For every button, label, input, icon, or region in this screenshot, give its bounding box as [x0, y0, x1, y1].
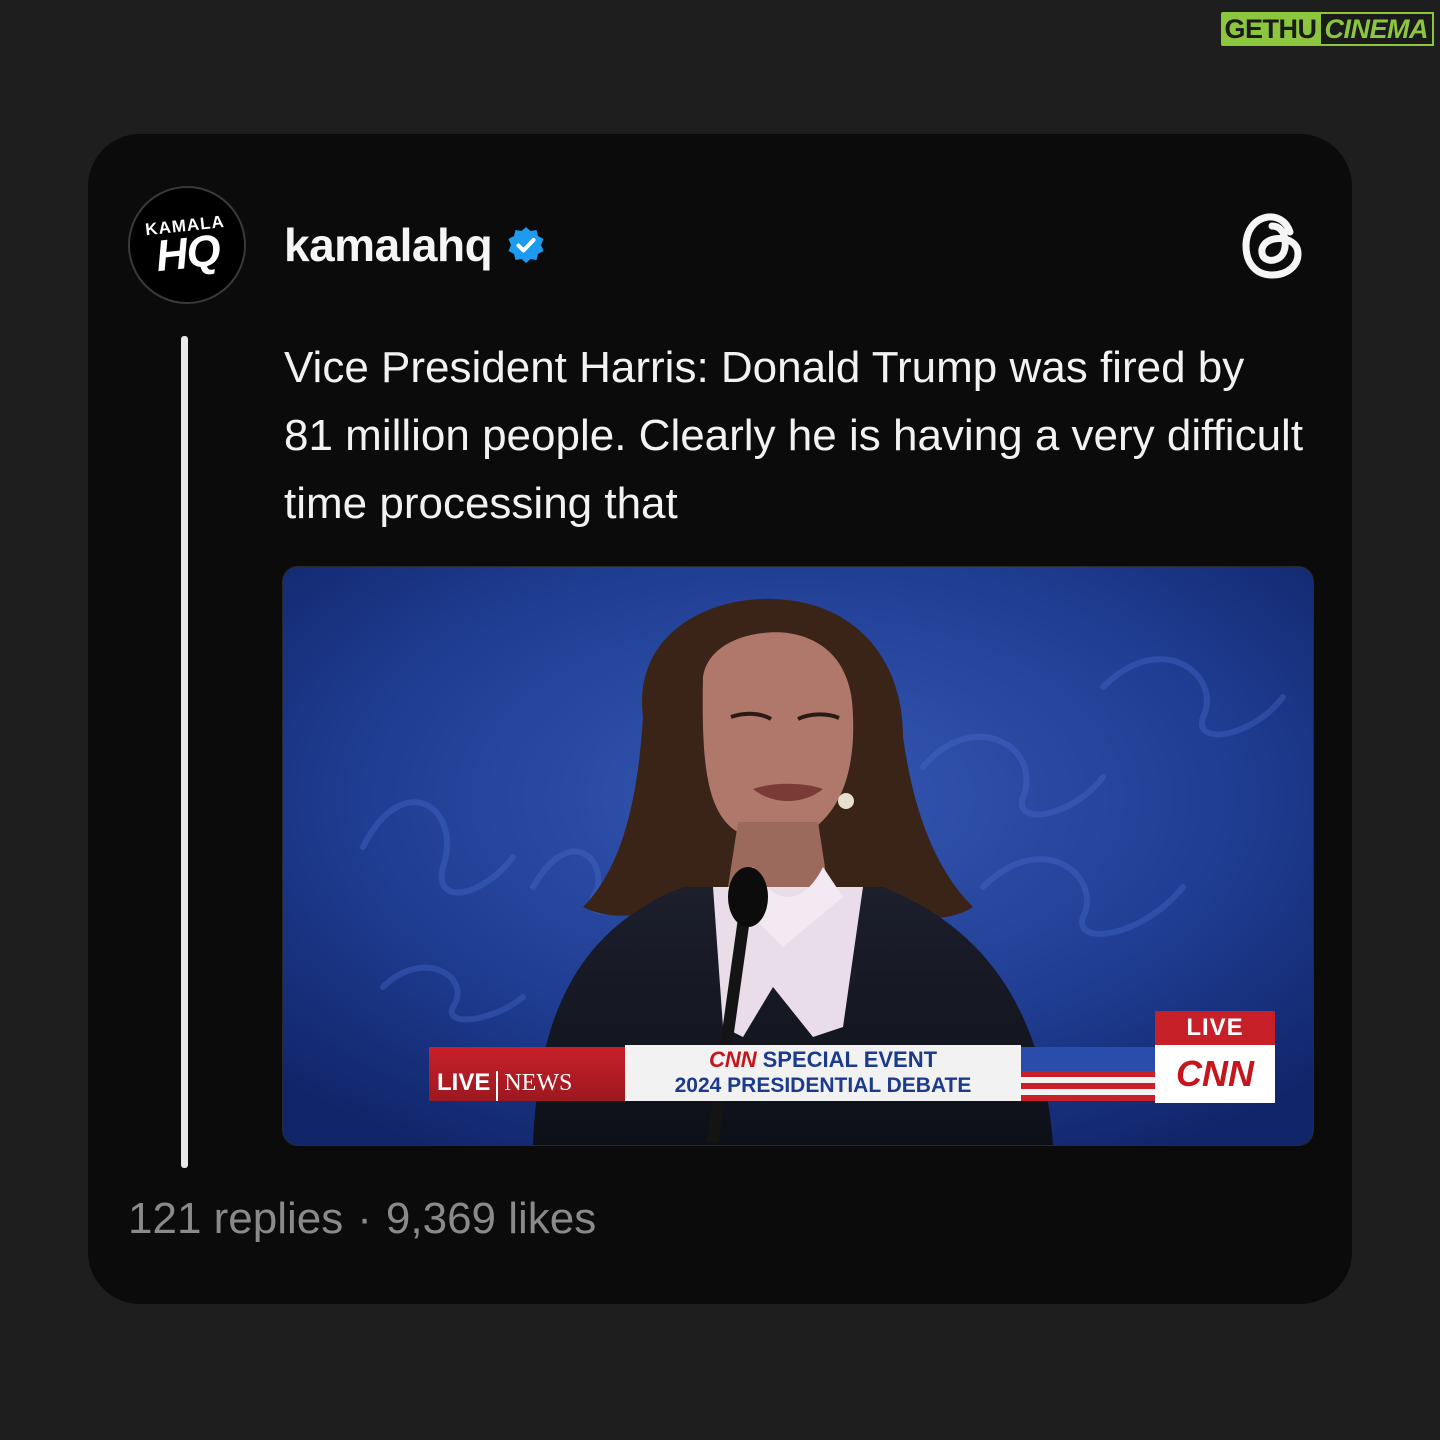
- post-text: Vice President Harris: Donald Trump was …: [284, 343, 1304, 528]
- watermark-part2: CINEMA: [1320, 12, 1434, 46]
- post-video[interactable]: LIVE NEWS CNN SPECIAL EVENT 2024 PRESIDEN…: [282, 566, 1314, 1146]
- replies-count[interactable]: 121 replies: [128, 1194, 343, 1244]
- post-header: kamalahq: [284, 218, 546, 272]
- cnn-live-badge: LIVE: [1155, 1011, 1275, 1045]
- chyron-line2: 2024 PRESIDENTIAL DEBATE: [674, 1074, 972, 1097]
- post-card: KAMALA HQ kamalahq Vice President Harris…: [88, 134, 1352, 1304]
- stats-separator: ·: [357, 1194, 372, 1243]
- chyron-line1-text: SPECIAL EVENT: [762, 1047, 938, 1072]
- chyron-stripes: [1021, 1047, 1157, 1101]
- likes-count[interactable]: 9,369 likes: [386, 1194, 596, 1244]
- verified-badge-icon: [508, 227, 544, 263]
- cnn-logo: CNN: [1155, 1045, 1275, 1103]
- chyron-network-block: LIVE NEWS: [429, 1047, 625, 1101]
- chyron-line1: CNN SPECIAL EVENT: [709, 1047, 937, 1073]
- avatar[interactable]: KAMALA HQ: [122, 180, 252, 310]
- watermark-logo: GETHU CINEMA: [1220, 12, 1434, 46]
- chyron-network-label: NEWS: [504, 1070, 573, 1096]
- thread-line: [181, 336, 188, 1168]
- avatar-text-bottom: HQ: [153, 225, 223, 281]
- chyron-brand: CNN: [708, 1047, 757, 1072]
- chyron-live-label: LIVE: [429, 1071, 499, 1101]
- threads-logo-icon[interactable]: [1240, 210, 1308, 282]
- watermark-part1: GETHU: [1220, 12, 1321, 46]
- username[interactable]: kamalahq: [284, 218, 493, 272]
- post-stats: 121 replies · 9,369 likes: [128, 1194, 596, 1244]
- chyron-title-block: CNN SPECIAL EVENT 2024 PRESIDENTIAL DEBAT…: [625, 1045, 1021, 1101]
